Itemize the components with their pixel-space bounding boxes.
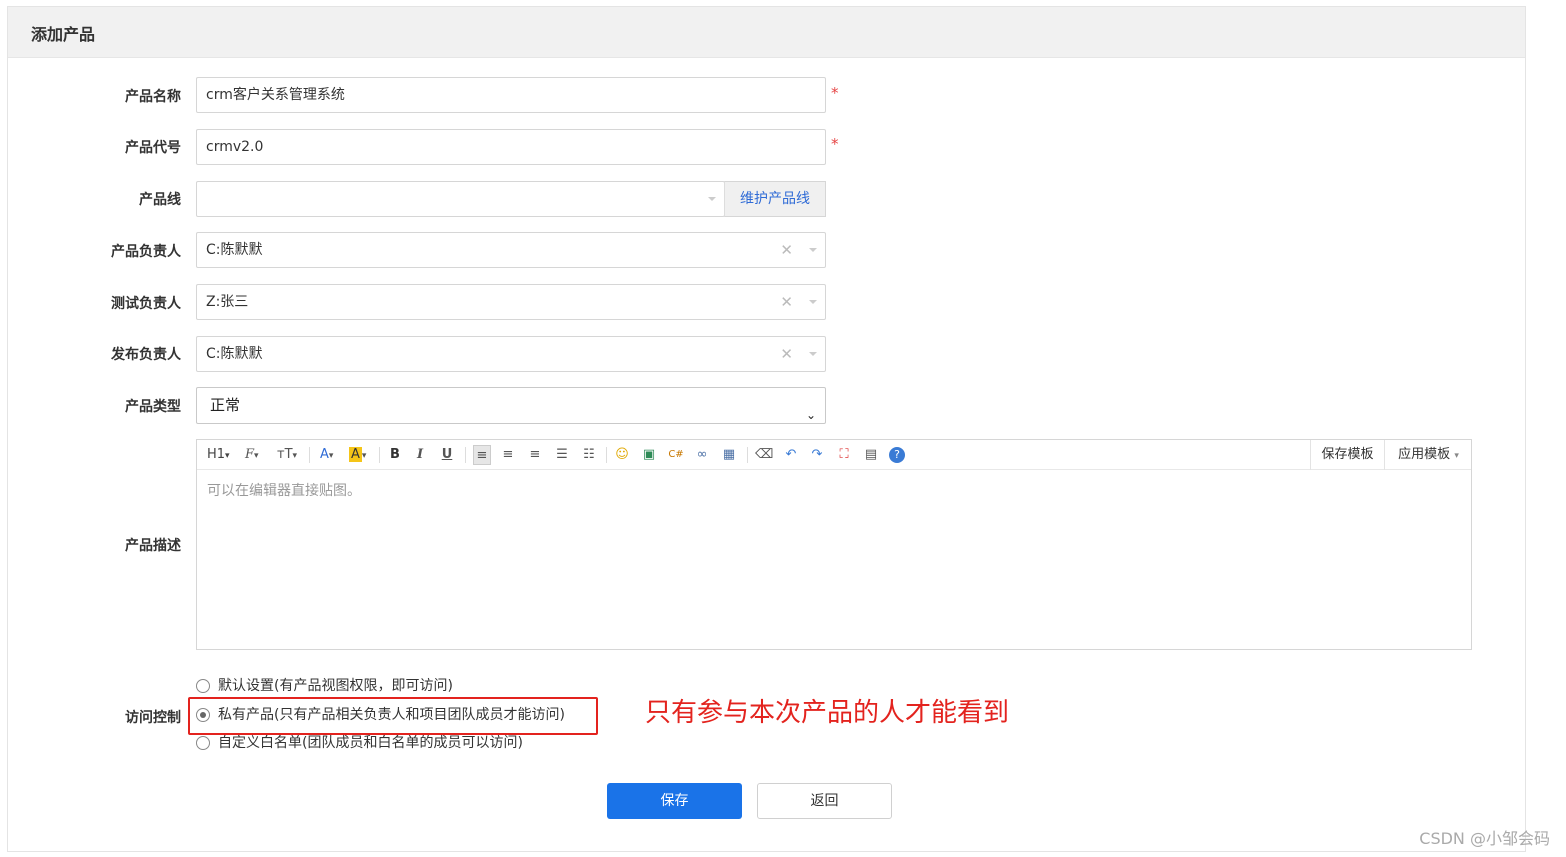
product-code-label: 产品代号 [125, 140, 181, 156]
align-center-icon[interactable]: ≡ [499, 445, 517, 465]
rich-text-editor[interactable]: H1▾ F▾ тT▾ A▾ A ▾ B I U ≡ ≡ ≡ ☰ ☷ ☺ ▣ C# … [196, 439, 1472, 650]
toolbar-divider [606, 447, 607, 463]
radio-button[interactable] [196, 736, 210, 750]
editor-toolbar: H1▾ F▾ тT▾ A▾ A ▾ B I U ≡ ≡ ≡ ☰ ☷ ☺ ▣ C# … [197, 440, 1471, 470]
save-button[interactable]: 保存 [607, 783, 742, 819]
chevron-down-icon [809, 352, 817, 356]
toolbar-divider [465, 447, 466, 463]
qa-owner-value: Z:张三 [206, 294, 249, 310]
bold-icon[interactable]: B [386, 445, 404, 465]
ordered-list-icon[interactable]: ☰ [553, 445, 571, 465]
acl-option-text: 默认设置(有产品视图权限，即可访问) [218, 678, 453, 694]
align-left-icon[interactable]: ≡ [473, 445, 491, 465]
access-control-label: 访问控制 [125, 710, 181, 726]
toolbar-divider [309, 447, 310, 463]
table-icon[interactable]: ▦ [720, 445, 738, 465]
toolbar-divider [747, 447, 748, 463]
release-owner-select[interactable]: C:陈默默 ✕ [196, 336, 826, 372]
heading-button[interactable]: H1▾ [207, 445, 230, 465]
product-type-value: 正常 [210, 396, 241, 414]
link-icon[interactable]: ∞ [693, 445, 711, 465]
font-color-icon[interactable]: A▾ [320, 445, 333, 465]
release-owner-value: C:陈默默 [206, 346, 263, 362]
panel-header: 添加产品 [8, 7, 1525, 58]
font-size-button[interactable]: тT▾ [277, 445, 297, 465]
clear-icon[interactable]: ✕ [780, 285, 793, 319]
eraser-icon[interactable]: ⌫ [755, 445, 773, 465]
redo-icon[interactable]: ↷ [808, 445, 826, 465]
annotation-highlight-box [188, 697, 598, 735]
page-title: 添加产品 [31, 25, 96, 44]
qa-owner-select[interactable]: Z:张三 ✕ [196, 284, 826, 320]
back-button[interactable]: 返回 [757, 783, 892, 819]
product-name-label: 产品名称 [125, 89, 181, 105]
radio-button[interactable] [196, 679, 210, 693]
italic-icon[interactable]: I [411, 445, 429, 465]
apply-template-button[interactable]: 应用模板 ▾ [1384, 440, 1472, 470]
watermark: CSDN @小邹会码 [1419, 829, 1550, 848]
product-owner-select[interactable]: C:陈默默 ✕ [196, 232, 826, 268]
product-type-label: 产品类型 [125, 399, 181, 415]
release-owner-label: 发布负责人 [111, 347, 181, 363]
highlight-color-icon[interactable]: A ▾ [349, 445, 366, 465]
product-owner-value: C:陈默默 [206, 242, 263, 258]
qa-owner-label: 测试负责人 [111, 296, 181, 312]
unordered-list-icon[interactable]: ☷ [580, 445, 598, 465]
maintain-product-line-button[interactable]: 维护产品线 [724, 181, 826, 217]
acl-option-text: 自定义白名单(团队成员和白名单的成员可以访问) [218, 735, 523, 751]
underline-icon[interactable]: U [438, 445, 456, 465]
annotation-text: 只有参与本次产品的人才能看到 [645, 698, 1010, 728]
chevron-down-icon: ⌄ [805, 408, 816, 422]
product-desc-label: 产品描述 [125, 538, 181, 554]
fullscreen-icon[interactable]: ⛶ [835, 445, 853, 465]
editor-placeholder: 可以在编辑器直接贴图。 [207, 483, 361, 499]
product-line-label: 产品线 [139, 192, 181, 208]
clear-icon[interactable]: ✕ [780, 337, 793, 371]
required-mark: * [831, 135, 839, 153]
chevron-down-icon [809, 300, 817, 304]
chevron-down-icon [708, 197, 716, 201]
image-icon[interactable]: ▣ [640, 445, 658, 465]
source-icon[interactable]: ▤ [862, 445, 880, 465]
product-type-select[interactable]: 正常 ⌄ [196, 387, 826, 424]
align-right-icon[interactable]: ≡ [526, 445, 544, 465]
font-family-button[interactable]: F▾ [245, 445, 259, 465]
chevron-down-icon [809, 248, 817, 252]
code-icon[interactable]: C# [667, 445, 685, 465]
product-line-select[interactable] [196, 181, 725, 217]
help-icon[interactable]: ? [889, 447, 905, 463]
undo-icon[interactable]: ↶ [782, 445, 800, 465]
required-mark: * [831, 84, 839, 102]
toolbar-divider [379, 447, 380, 463]
product-owner-label: 产品负责人 [111, 244, 181, 260]
clear-icon[interactable]: ✕ [780, 233, 793, 267]
save-template-button[interactable]: 保存模板 [1310, 440, 1384, 470]
emoji-icon[interactable]: ☺ [613, 445, 631, 465]
product-code-input[interactable]: crmv2.0 [196, 129, 826, 165]
product-name-input[interactable]: crm客户关系管理系统 [196, 77, 826, 113]
